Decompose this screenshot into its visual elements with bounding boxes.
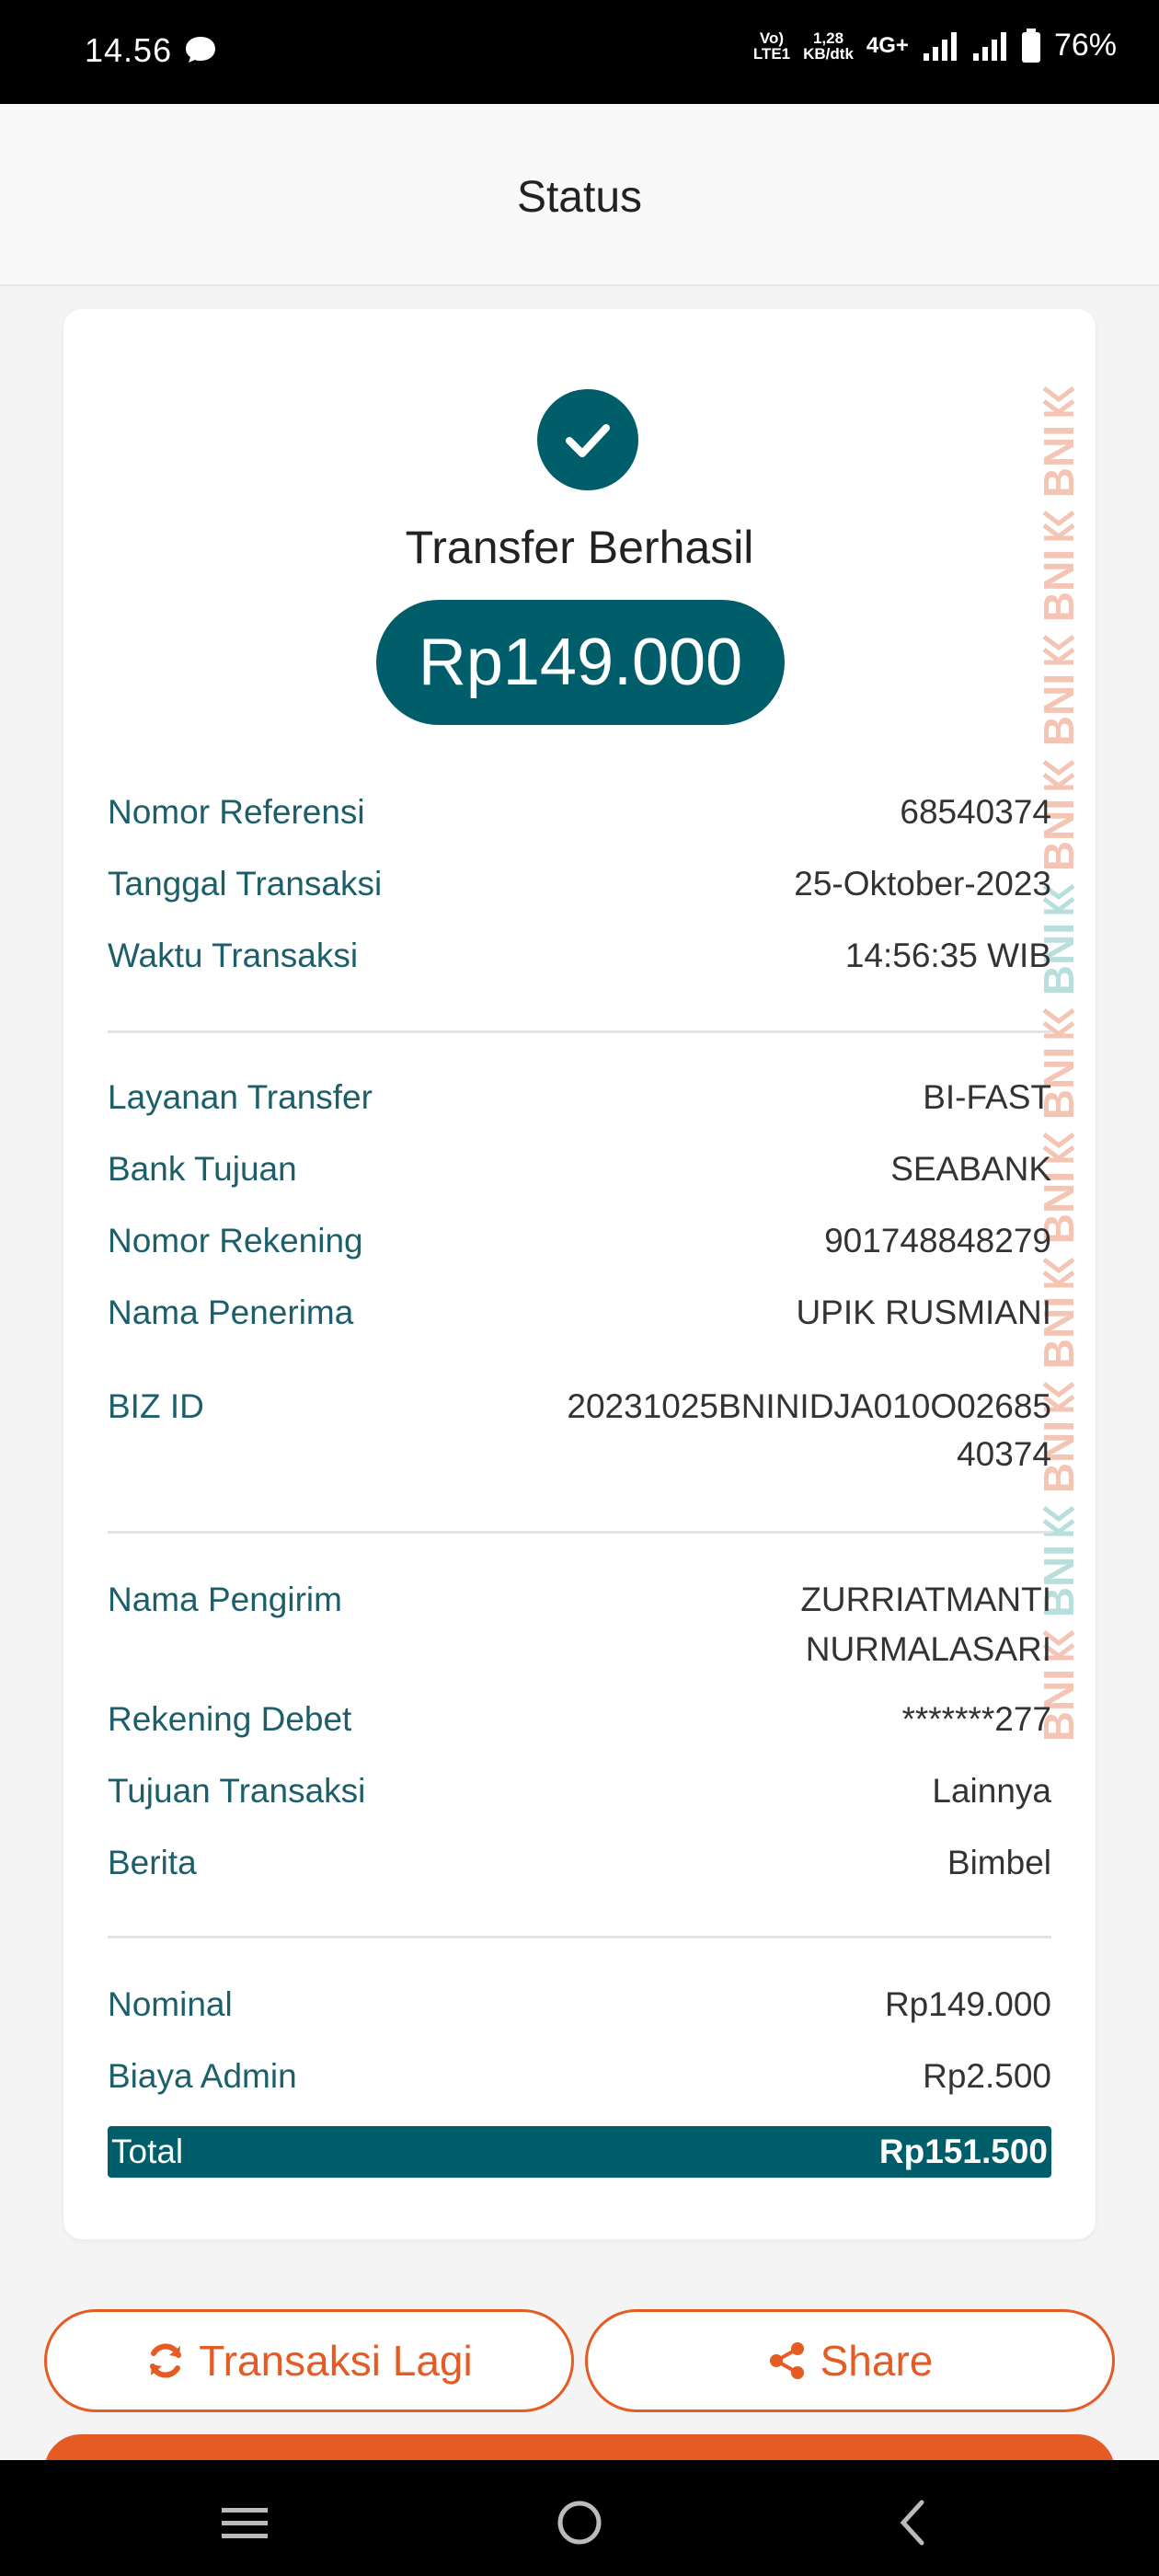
system-nav-bar xyxy=(0,2460,1159,2576)
network-speed: 1,28 KB/dtk xyxy=(803,29,854,63)
signal-icon-2 xyxy=(972,31,1006,61)
detail-label: Nomor Rekening xyxy=(108,1222,363,1259)
detail-value: SEABANK xyxy=(890,1150,1051,1188)
detail-label: Tujuan Transaksi xyxy=(108,1772,366,1810)
share-icon xyxy=(769,2342,804,2379)
transfer-amount: Rp149.000 xyxy=(376,600,785,725)
detail-value: 901748848279 xyxy=(824,1222,1051,1259)
detail-label: Nominal xyxy=(108,1985,233,2023)
detail-row-bank: Bank Tujuan SEABANK xyxy=(108,1150,1051,1189)
status-bar: 14.56 Vo) LTE1 1,28 KB/dtk 4G+ 76% xyxy=(0,0,1159,104)
detail-value: ZURRIATMANTI NURMALASARI xyxy=(800,1581,1051,1668)
divider xyxy=(108,1936,1051,1938)
detail-row-reference: Nomor Referensi 68540374 xyxy=(108,793,1051,832)
transaction-again-button[interactable]: Transaksi Lagi xyxy=(44,2309,574,2412)
detail-row-biz-id: BIZ ID 20231025BNINIDJA010O02685 40374 xyxy=(108,1387,1051,1474)
back-icon[interactable] xyxy=(887,2495,942,2550)
detail-value: Lainnya xyxy=(932,1772,1051,1810)
share-button[interactable]: Share xyxy=(585,2309,1115,2412)
total-row: Total Rp151.500 xyxy=(108,2126,1051,2178)
detail-value: Rp2.500 xyxy=(923,2057,1051,2095)
detail-label: Nomor Referensi xyxy=(108,793,365,831)
detail-value: Rp149.000 xyxy=(884,1985,1051,2023)
detail-row-date: Tanggal Transaksi 25-Oktober-2023 xyxy=(108,865,1051,903)
recent-apps-icon[interactable] xyxy=(217,2495,272,2550)
home-icon[interactable] xyxy=(552,2495,607,2550)
detail-row-service: Layanan Transfer BI-FAST xyxy=(108,1078,1051,1117)
detail-label: Layanan Transfer xyxy=(108,1078,373,1116)
detail-row-message: Berita Bimbel xyxy=(108,1844,1051,1882)
detail-row-sender: Nama Pengirim ZURRIATMANTI NURMALASARI xyxy=(108,1581,1051,1669)
detail-label: Waktu Transaksi xyxy=(108,937,359,974)
bni-watermark-text: BNI xyxy=(1035,425,1083,499)
battery-icon xyxy=(1021,28,1040,63)
divider xyxy=(108,1030,1051,1033)
volte-indicator: Vo) LTE1 xyxy=(752,29,791,63)
detail-row-account: Nomor Rekening 901748848279 xyxy=(108,1222,1051,1260)
detail-label: Tanggal Transaksi xyxy=(108,865,383,903)
detail-value: *******277 xyxy=(901,1700,1051,1738)
bni-watermark-item: BNI xyxy=(1034,631,1084,747)
detail-value: 25-Oktober-2023 xyxy=(794,865,1051,903)
detail-label: Nama Pengirim xyxy=(108,1581,342,1618)
receipt-card: BNI BNI BNI BNI BNI BNI BNI BNI BNI BNI BNI Transf… xyxy=(63,309,1096,2239)
detail-row-nominal: Nominal Rp149.000 xyxy=(108,1985,1051,2024)
detail-label: Rekening Debet xyxy=(108,1700,352,1738)
detail-label: BIZ ID xyxy=(108,1387,204,1425)
bni-logo-mark-icon xyxy=(1042,386,1075,417)
detail-value: UPIK RUSMIANI xyxy=(796,1294,1051,1331)
app-header: Status xyxy=(0,104,1159,286)
detail-value: 68540374 xyxy=(900,793,1051,831)
success-title: Transfer Berhasil xyxy=(405,522,754,573)
detail-value: Bimbel xyxy=(947,1844,1051,1881)
detail-value: 14:56:35 WIB xyxy=(844,937,1051,974)
divider xyxy=(108,1531,1051,1534)
battery-percent: 76% xyxy=(1053,28,1117,63)
detail-row-recipient: Nama Penerima UPIK RUSMIANI xyxy=(108,1294,1051,1332)
bni-logo-mark-icon xyxy=(1042,635,1075,665)
total-label: Total xyxy=(111,2133,184,2170)
detail-value: BI-FAST xyxy=(923,1078,1051,1116)
network-type: 4G+ xyxy=(866,32,909,58)
status-time: 14.56 xyxy=(85,31,173,69)
detail-row-time: Waktu Transaksi 14:56:35 WIB xyxy=(108,937,1051,975)
detail-label: Biaya Admin xyxy=(108,2057,297,2095)
detail-label: Berita xyxy=(108,1844,197,1881)
chat-notification-icon xyxy=(186,37,215,63)
bni-watermark-item: BNI xyxy=(1034,383,1084,498)
status-icons: Vo) LTE1 1,28 KB/dtk 4G+ 76% xyxy=(753,28,1117,63)
share-label: Share xyxy=(820,2337,934,2385)
success-check-icon xyxy=(537,389,638,490)
detail-row-admin-fee: Biaya Admin Rp2.500 xyxy=(108,2057,1051,2096)
total-value: Rp151.500 xyxy=(878,2133,1048,2170)
transaction-again-label: Transaksi Lagi xyxy=(199,2337,473,2385)
detail-value: 20231025BNINIDJA010O02685 40374 xyxy=(567,1387,1051,1473)
detail-row-debit-account: Rekening Debet *******277 xyxy=(108,1700,1051,1739)
page-title: Status xyxy=(516,173,643,222)
detail-row-purpose: Tujuan Transaksi Lainnya xyxy=(108,1772,1051,1811)
bni-logo-mark-icon xyxy=(1042,759,1075,790)
bni-watermark-text: BNI xyxy=(1035,673,1083,747)
signal-icon xyxy=(923,31,957,61)
bni-logo-mark-icon xyxy=(1042,1008,1075,1039)
bni-logo-mark-icon xyxy=(1042,1506,1075,1536)
detail-label: Nama Penerima xyxy=(108,1294,354,1331)
refresh-icon xyxy=(150,2343,182,2378)
detail-label: Bank Tujuan xyxy=(108,1150,297,1188)
